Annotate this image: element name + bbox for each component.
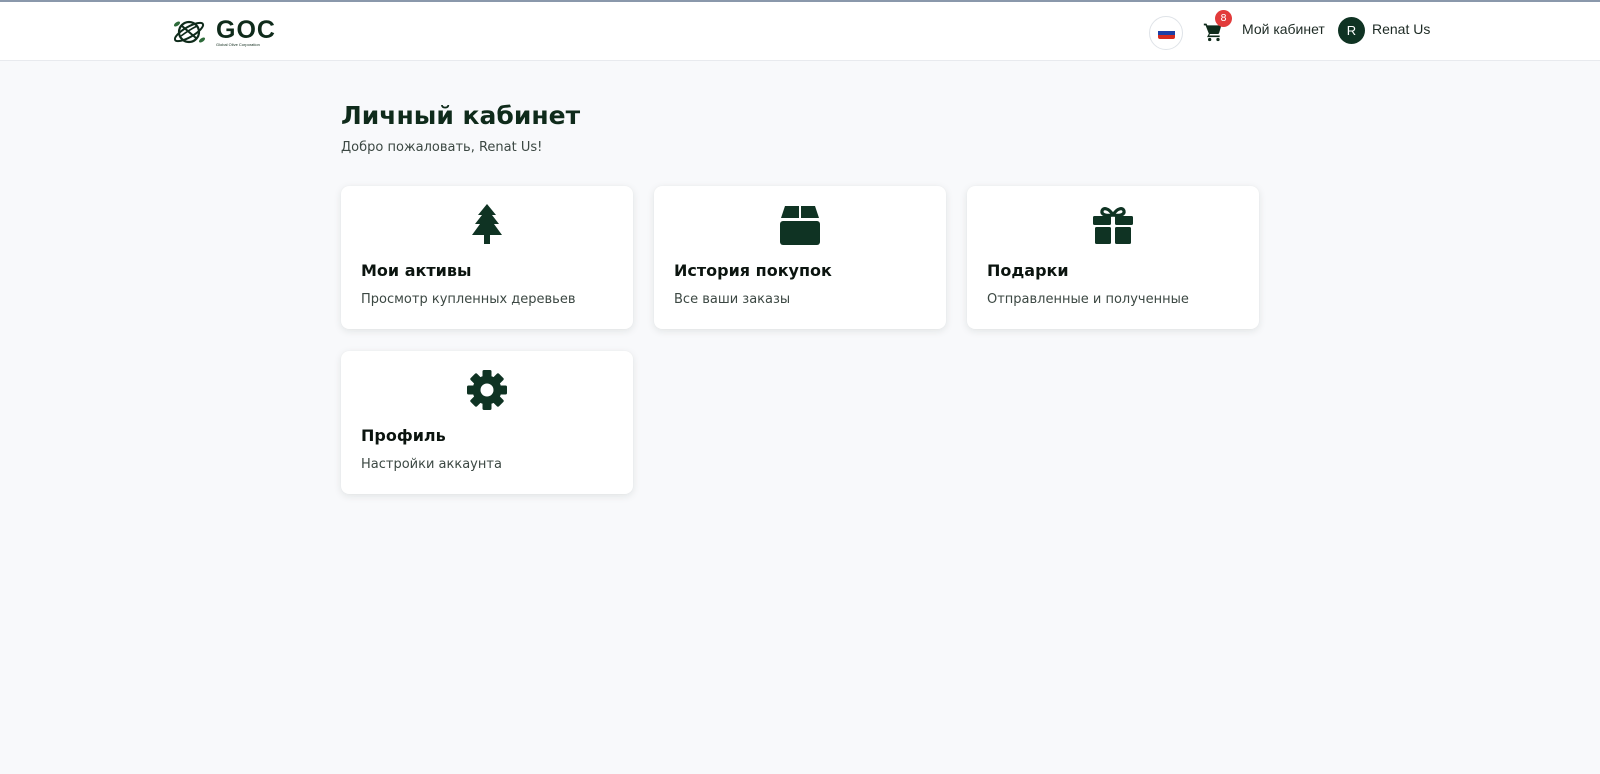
card-gifts[interactable]: Подарки Отправленные и полученные (967, 186, 1259, 329)
tree-icon (467, 204, 507, 246)
box-icon (780, 204, 820, 246)
olive-globe-icon (173, 20, 206, 44)
page-title: Личный кабинет (341, 101, 581, 130)
card-title: Подарки (987, 261, 1069, 280)
card-description: Отправленные и полученные (987, 292, 1189, 307)
card-title: Профиль (361, 426, 446, 445)
logo-wordmark: GOC (216, 16, 276, 44)
goc-logo[interactable]: GOC Global Olive Corporation (172, 16, 275, 50)
welcome-message: Добро пожаловать, Renat Us! (341, 140, 543, 155)
card-title: Мои активы (361, 261, 472, 280)
card-profile[interactable]: Профиль Настройки аккаунта (341, 351, 633, 494)
cart-count-badge: 8 (1215, 10, 1232, 27)
gear-icon (467, 369, 507, 411)
card-purchase-history[interactable]: История покупок Все ваши заказы (654, 186, 946, 329)
card-description: Все ваши заказы (674, 292, 791, 307)
my-cabinet-link[interactable]: Мой кабинет (1242, 21, 1325, 37)
card-title: История покупок (674, 261, 832, 280)
card-description: Просмотр купленных деревьев (361, 292, 576, 307)
user-name[interactable]: Renat Us (1372, 21, 1430, 37)
language-switcher-button[interactable] (1149, 16, 1183, 50)
card-description: Настройки аккаунта (361, 457, 502, 472)
russia-flag-icon (1158, 27, 1175, 39)
gift-icon (1093, 204, 1133, 246)
card-my-assets[interactable]: Мои активы Просмотр купленных деревьев (341, 186, 633, 329)
avatar[interactable]: R (1338, 17, 1365, 44)
logo-tagline: Global Olive Corporation (216, 42, 260, 47)
